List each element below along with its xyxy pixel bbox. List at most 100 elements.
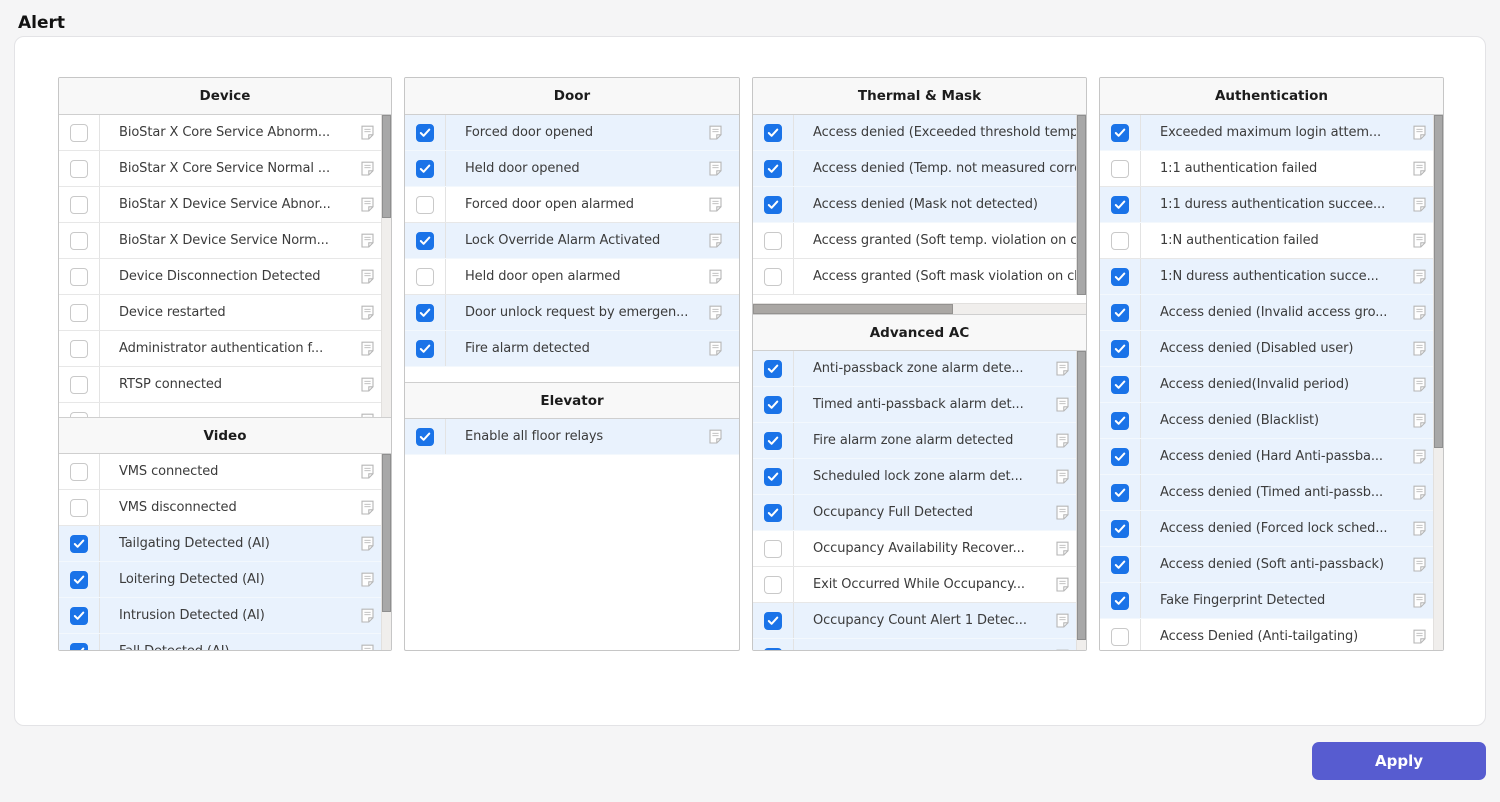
alert-item-row[interactable]: Access granted (Soft temp. violation on … [753, 223, 1086, 259]
alert-item-row[interactable]: Enable all floor relays [405, 419, 739, 455]
alert-item-row[interactable]: Forced door opened [405, 115, 739, 151]
horizontal-scrollbar-thumb[interactable] [753, 304, 953, 314]
checkbox-checked[interactable] [1111, 268, 1129, 286]
checkbox-unchecked[interactable] [70, 124, 88, 142]
alert-item-row[interactable]: BioStar X Core Service Abnorm... [59, 115, 391, 151]
checkbox-checked[interactable] [1111, 304, 1129, 322]
alert-item-row[interactable]: Occupancy Count Alert 1 Detec... [753, 603, 1086, 639]
alert-item-row[interactable]: Fire alarm detected [405, 331, 739, 367]
alert-item-row[interactable]: Lock Override Alarm Activated [405, 223, 739, 259]
alert-item-row[interactable]: 1:1 authentication failed [1100, 151, 1443, 187]
alert-item-row[interactable]: Fall Detected (AI) [59, 634, 391, 651]
vertical-scrollbar-thumb[interactable] [1434, 115, 1443, 448]
alert-item-row[interactable]: 1:N authentication failed [1100, 223, 1443, 259]
memo-icon[interactable] [1054, 648, 1071, 651]
alert-item-row[interactable]: VMS connected [59, 454, 391, 490]
memo-icon[interactable] [707, 268, 724, 285]
memo-icon[interactable] [1411, 196, 1428, 213]
alert-item-row[interactable] [59, 403, 391, 417]
alert-item-row[interactable]: Held door open alarmed [405, 259, 739, 295]
memo-icon[interactable] [1411, 160, 1428, 177]
alert-item-row[interactable]: Held door opened [405, 151, 739, 187]
checkbox-unchecked[interactable] [70, 412, 88, 418]
alert-item-row[interactable]: Fake Fingerprint Detected [1100, 583, 1443, 619]
alert-item-row[interactable]: Access denied (Blacklist) [1100, 403, 1443, 439]
checkbox-unchecked[interactable] [416, 268, 434, 286]
checkbox-checked[interactable] [1111, 448, 1129, 466]
alert-item-row[interactable]: Device Disconnection Detected [59, 259, 391, 295]
memo-icon[interactable] [1411, 484, 1428, 501]
checkbox-checked[interactable] [1111, 520, 1129, 538]
checkbox-checked[interactable] [1111, 556, 1129, 574]
alert-item-row[interactable]: Access Denied (Anti-tailgating) [1100, 619, 1443, 651]
alert-item-row[interactable]: 1:1 duress authentication succee... [1100, 187, 1443, 223]
checkbox-checked[interactable] [764, 124, 782, 142]
memo-icon[interactable] [359, 124, 376, 141]
checkbox-unchecked[interactable] [70, 196, 88, 214]
alert-item-row[interactable]: Anti-passback zone alarm dete... [753, 351, 1086, 387]
alert-item-row[interactable]: Occupancy Availability Recover... [753, 531, 1086, 567]
alert-item-row[interactable]: Administrator authentication f... [59, 331, 391, 367]
memo-icon[interactable] [359, 643, 376, 651]
checkbox-checked[interactable] [764, 196, 782, 214]
checkbox-checked[interactable] [1111, 484, 1129, 502]
memo-icon[interactable] [359, 196, 376, 213]
checkbox-checked[interactable] [70, 535, 88, 553]
memo-icon[interactable] [1411, 376, 1428, 393]
checkbox-unchecked[interactable] [1111, 160, 1129, 178]
checkbox-unchecked[interactable] [70, 463, 88, 481]
memo-icon[interactable] [707, 232, 724, 249]
checkbox-unchecked[interactable] [70, 268, 88, 286]
vertical-scrollbar-thumb[interactable] [1077, 115, 1086, 295]
memo-icon[interactable] [1054, 576, 1071, 593]
checkbox-checked[interactable] [764, 160, 782, 178]
checkbox-checked[interactable] [764, 360, 782, 378]
memo-icon[interactable] [1411, 340, 1428, 357]
alert-item-row[interactable]: BioStar X Device Service Abnor... [59, 187, 391, 223]
alert-item-row[interactable]: Access denied (Timed anti-passb... [1100, 475, 1443, 511]
memo-icon[interactable] [1054, 540, 1071, 557]
alert-item-row[interactable]: Loitering Detected (AI) [59, 562, 391, 598]
memo-icon[interactable] [1411, 520, 1428, 537]
checkbox-unchecked[interactable] [1111, 232, 1129, 250]
checkbox-checked[interactable] [416, 124, 434, 142]
memo-icon[interactable] [359, 412, 376, 417]
vertical-scrollbar[interactable] [1433, 115, 1443, 651]
checkbox-unchecked[interactable] [764, 576, 782, 594]
checkbox-checked[interactable] [416, 304, 434, 322]
checkbox-checked[interactable] [1111, 124, 1129, 142]
alert-item-row[interactable]: Access granted (Soft mask violation on c… [753, 259, 1086, 295]
memo-icon[interactable] [359, 463, 376, 480]
memo-icon[interactable] [1054, 360, 1071, 377]
checkbox-checked[interactable] [70, 571, 88, 589]
memo-icon[interactable] [707, 196, 724, 213]
alert-item-row[interactable]: Tailgating Detected (AI) [59, 526, 391, 562]
checkbox-checked[interactable] [1111, 340, 1129, 358]
checkbox-checked[interactable] [764, 648, 782, 652]
memo-icon[interactable] [359, 607, 376, 624]
memo-icon[interactable] [359, 340, 376, 357]
checkbox-unchecked[interactable] [764, 232, 782, 250]
memo-icon[interactable] [1411, 304, 1428, 321]
checkbox-checked[interactable] [1111, 376, 1129, 394]
memo-icon[interactable] [1411, 556, 1428, 573]
memo-icon[interactable] [707, 160, 724, 177]
checkbox-checked[interactable] [416, 232, 434, 250]
alert-item-row[interactable]: Forced door open alarmed [405, 187, 739, 223]
memo-icon[interactable] [1054, 504, 1071, 521]
memo-icon[interactable] [1054, 612, 1071, 629]
checkbox-checked[interactable] [1111, 196, 1129, 214]
memo-icon[interactable] [1411, 628, 1428, 645]
alert-item-row[interactable]: Device restarted [59, 295, 391, 331]
alert-item-row[interactable]: Access denied (Forced lock sched... [1100, 511, 1443, 547]
vertical-scrollbar-thumb[interactable] [1077, 351, 1086, 640]
memo-icon[interactable] [1054, 432, 1071, 449]
memo-icon[interactable] [359, 499, 376, 516]
alert-item-row[interactable]: BioStar X Device Service Norm... [59, 223, 391, 259]
checkbox-unchecked[interactable] [70, 340, 88, 358]
checkbox-unchecked[interactable] [1111, 628, 1129, 646]
alert-item-row[interactable]: Access denied (Exceeded threshold temp.) [753, 115, 1086, 151]
memo-icon[interactable] [707, 124, 724, 141]
alert-item-row[interactable]: Timed anti-passback alarm det... [753, 387, 1086, 423]
memo-icon[interactable] [1411, 412, 1428, 429]
